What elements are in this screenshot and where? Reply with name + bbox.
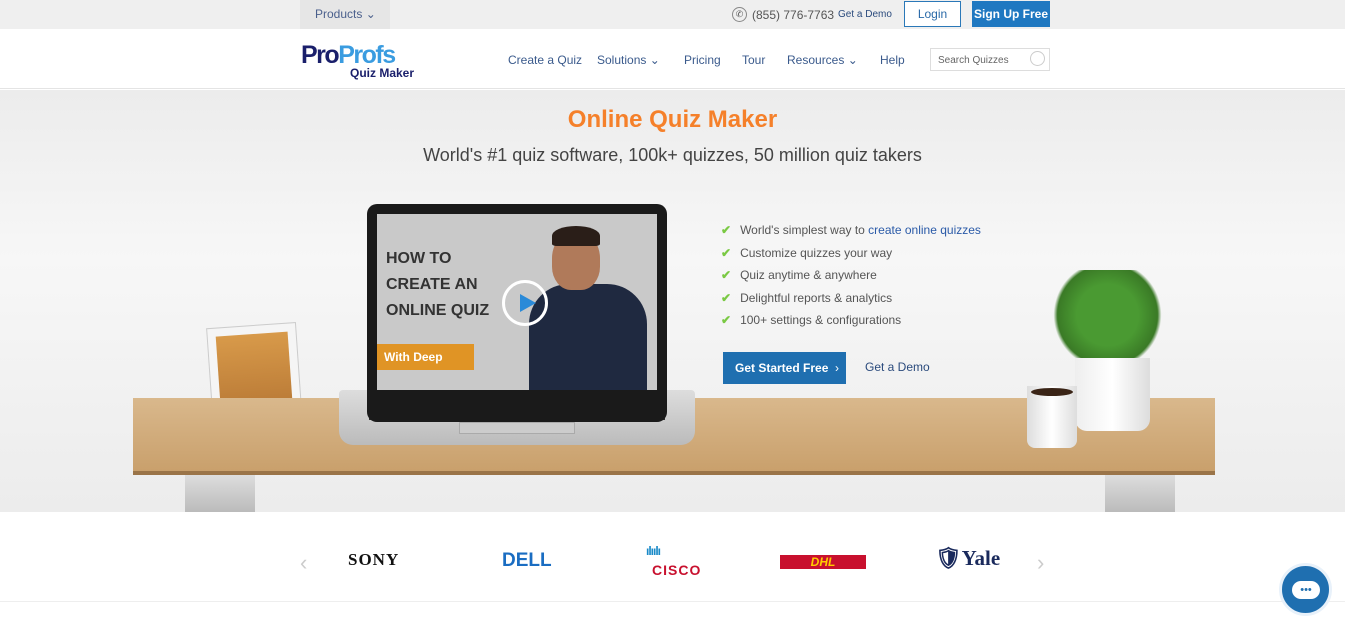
check-icon: ✔ [721,223,732,237]
top-bar: Products ⌄ ✆ (855) 776-7763 Get a Demo Lo… [0,0,1345,29]
proprofs-logo[interactable]: ProProfs Quiz Maker [301,41,414,80]
page-title: Online Quiz Maker [567,106,778,133]
products-label: Products [315,7,363,21]
coffee-mug [1027,386,1077,448]
feature-item: ✔ Quiz anytime & anywhere [721,268,981,291]
video-badge: With Deep [377,344,474,370]
next-arrow-icon[interactable]: › [1037,550,1044,576]
feature-item: ✔ Delightful reports & analytics [721,291,981,314]
dell-logo: DELL [502,550,552,571]
cisco-logo: CISCO [652,562,702,578]
chevron-down-icon: ⌄ [847,53,858,67]
get-demo-button[interactable]: Get a Demo [865,360,930,374]
feature-item: ✔ Customize quizzes your way [721,246,981,269]
phone-number[interactable]: ✆ (855) 776-7763 [732,7,834,22]
desk-leg [185,475,255,512]
sony-logo: SONY [348,550,400,569]
main-nav: ProProfs Quiz Maker Create a Quiz Soluti… [0,29,1345,89]
chevron-right-icon: › [831,361,840,375]
products-menu[interactable]: Products ⌄ [300,0,390,29]
dhl-logo: DHL [780,555,866,569]
prev-arrow-icon[interactable]: ‹ [300,550,307,576]
cisco-bars-icon: ılıılı [646,544,661,558]
signup-button[interactable]: Sign Up Free [972,1,1050,27]
search-input[interactable]: Search Quizzes [930,48,1050,71]
check-icon: ✔ [721,245,732,260]
nav-create-quiz[interactable]: Create a Quiz [508,53,582,67]
play-icon[interactable] [502,280,548,326]
phone-label: (855) 776-7763 [752,7,835,22]
check-icon: ✔ [721,290,732,305]
plant-illustration [1045,270,1170,360]
nav-help[interactable]: Help [880,53,905,67]
nav-resources[interactable]: Resources ⌄ [787,53,858,67]
check-icon: ✔ [721,268,732,282]
create-quizzes-link[interactable]: create online quizzes [868,223,981,237]
get-started-button[interactable]: Get Started Free › [723,352,846,384]
yale-logo: 🛡Yale [935,546,1001,570]
page-subtitle: World's #1 quiz software, 100k+ quizzes,… [423,145,922,165]
nav-solutions[interactable]: Solutions ⌄ [597,53,660,67]
plant-pot [1075,358,1150,431]
client-logos: ‹ SONY DELL CISCO ılıılı DHL 🛡Yale › [0,512,1345,602]
feature-list: ✔ World's simplest way to create online q… [721,223,981,336]
check-icon: ✔ [721,313,732,327]
feature-item: ✔ 100+ settings & configurations [721,313,981,336]
desk-leg [1105,475,1175,512]
phone-icon: ✆ [732,7,747,22]
feature-item: ✔ World's simplest way to create online q… [721,223,981,246]
nav-pricing[interactable]: Pricing [684,53,721,67]
video-player[interactable]: HOW TO CREATE AN ONLINE QUIZ With Deep [367,204,667,422]
login-button[interactable]: Login [904,1,961,27]
chat-button[interactable] [1279,563,1332,616]
nav-tour[interactable]: Tour [742,53,765,67]
video-title: HOW TO CREATE AN ONLINE QUIZ [386,250,490,319]
search-icon[interactable] [1030,51,1045,66]
chevron-down-icon: ⌄ [649,53,660,67]
get-demo-link[interactable]: Get a Demo [838,9,892,20]
